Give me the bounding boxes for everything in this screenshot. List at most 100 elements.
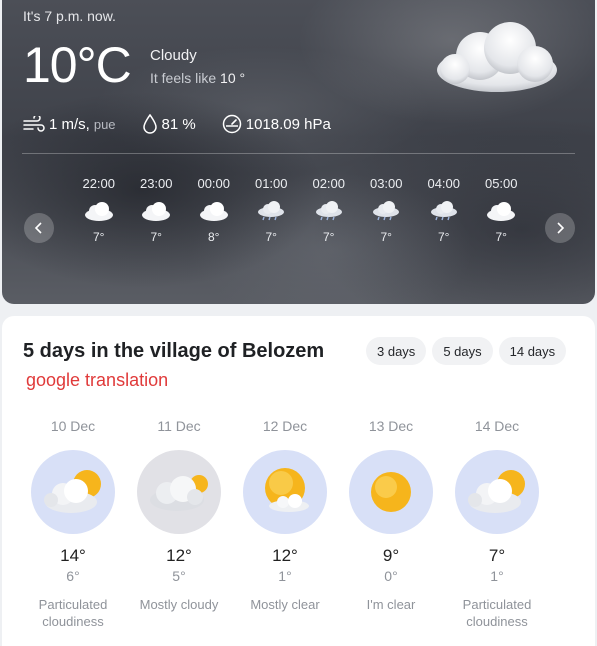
hour-item: 04:00 7° — [415, 176, 473, 248]
hour-item: 23:00 7° — [128, 176, 186, 248]
hour-item: 02:00 7° — [300, 176, 358, 248]
droplet-icon — [142, 114, 157, 134]
hour-time: 02:00 — [312, 176, 346, 191]
day-date: 10 Dec — [50, 418, 96, 434]
hour-temp: 7° — [323, 230, 335, 244]
day-low: 6° — [66, 568, 80, 584]
wind-speed: 1 m/s, — [49, 115, 90, 133]
partly-cloudy-icon — [44, 470, 101, 513]
hour-item: 22:00 7° — [70, 176, 128, 248]
hour-item: 03:00 7° — [358, 176, 416, 248]
cloud-icon — [142, 202, 171, 221]
hour-temp: 8° — [208, 230, 220, 244]
current-time-text: It's 7 p.m. now. — [23, 8, 116, 24]
rain-cloud-icon — [315, 201, 342, 221]
day-description: Particulated cloudiness — [38, 597, 108, 629]
day-high: 14° — [60, 546, 86, 565]
day-icon-circle — [31, 450, 115, 534]
scroll-right-button[interactable] — [545, 213, 575, 243]
pressure-value: 1018.09 hPa — [245, 115, 331, 133]
day-item[interactable]: 13 Dec 9° 0° I'm clear — [338, 418, 444, 630]
day-item[interactable]: 11 Dec 12° 5° Mostly cloudy — [126, 418, 232, 630]
cloud-icon — [437, 22, 557, 92]
day-date: 14 Dec — [474, 418, 520, 434]
day-item[interactable]: 10 Dec 14° 6° Particulated cloudiness — [20, 418, 126, 630]
hour-time: 03:00 — [369, 176, 403, 191]
wind-stat: 1 m/s, pue — [23, 116, 116, 133]
scroll-left-button[interactable] — [24, 213, 54, 243]
cloud-icon — [199, 202, 228, 221]
gauge-icon — [222, 114, 241, 134]
current-weather-panel: It's 7 p.m. now. 10°C Cloudy It feels li… — [2, 0, 595, 304]
range-selector: 3 days 5 days 14 days — [366, 337, 572, 365]
daily-forecast: 10 Dec 14° 6° Particulated cloudiness 11… — [2, 418, 595, 630]
day-low: 0° — [384, 568, 398, 584]
pressure-stat: 1018.09 hPa — [222, 114, 331, 134]
forecast-title: 5 days in the village of Belozem — [23, 340, 325, 362]
day-description: Particulated cloudiness — [462, 597, 532, 629]
humidity-value: 81 % — [161, 115, 196, 133]
day-icon-circle — [349, 450, 433, 534]
hour-time: 04:00 — [427, 176, 461, 191]
day-low: 1° — [490, 568, 504, 584]
hour-time: 01:00 — [254, 176, 288, 191]
hour-temp: 7° — [438, 230, 450, 244]
hour-time: 22:00 — [82, 176, 116, 191]
rain-cloud-icon — [430, 201, 457, 221]
hour-item: 01:00 7° — [243, 176, 301, 248]
hour-time: 05:00 — [484, 176, 518, 191]
wind-icon — [23, 116, 45, 132]
humidity-stat: 81 % — [142, 114, 196, 134]
day-item[interactable]: 12 Dec 12° 1° Mostly clear — [232, 418, 338, 630]
day-description: Mostly clear — [250, 597, 320, 612]
hour-item: 05:00 7° — [473, 176, 531, 248]
day-description: Mostly cloudy — [139, 597, 219, 612]
day-high: 12° — [272, 546, 298, 565]
hour-time: 00:00 — [197, 176, 231, 191]
current-temperature: 10°C — [23, 37, 132, 93]
range-14-days-button[interactable]: 14 days — [498, 337, 567, 365]
cloud-icon — [487, 202, 516, 221]
day-high: 12° — [166, 546, 192, 565]
cloud-icon — [84, 202, 113, 221]
hour-temp: 7° — [150, 230, 162, 244]
day-icon-circle — [455, 450, 539, 534]
rain-cloud-icon — [258, 201, 285, 221]
hour-time: 23:00 — [139, 176, 173, 191]
partly-cloudy-icon — [468, 470, 525, 513]
day-icon-circle — [243, 450, 327, 534]
hour-temp: 7° — [93, 230, 105, 244]
range-3-days-button[interactable]: 3 days — [366, 337, 427, 365]
hour-temp: 7° — [265, 230, 277, 244]
day-low: 1° — [278, 568, 292, 584]
translation-note: google translation — [26, 370, 169, 390]
day-description: I'm clear — [366, 597, 416, 612]
day-date: 11 Dec — [157, 418, 201, 434]
day-date: 12 Dec — [262, 418, 308, 434]
hour-temp: 7° — [495, 230, 507, 244]
day-date: 13 Dec — [368, 418, 414, 434]
forecast-card: 5 days in the village of Belozem 3 days … — [2, 316, 595, 646]
wind-direction: pue — [93, 116, 116, 132]
day-low: 5° — [172, 568, 186, 584]
hourly-forecast: 22:00 7° 23:00 7° 00:00 8° 01:00 7° 02:0… — [70, 176, 530, 248]
hour-item: 00:00 8° — [185, 176, 243, 248]
sun-icon — [371, 472, 411, 512]
range-5-days-button[interactable]: 5 days — [432, 337, 493, 365]
chevron-right-icon — [557, 222, 565, 234]
feels-like-label: It feels like — [150, 70, 217, 86]
day-icon-circle — [137, 450, 221, 534]
mostly-clear-icon — [265, 468, 309, 512]
day-high: 9° — [382, 546, 400, 565]
chevron-left-icon — [34, 222, 42, 234]
feels-like: It feels like 10 ° — [150, 70, 245, 86]
rain-cloud-icon — [373, 201, 400, 221]
divider — [22, 153, 575, 154]
current-condition: Cloudy — [150, 47, 197, 64]
day-item[interactable]: 14 Dec 7° 1° Particulated cloudiness — [444, 418, 550, 630]
day-high: 7° — [488, 546, 506, 565]
weather-stats: 1 m/s, pue 81 % 1018.09 hPa — [23, 112, 357, 136]
feels-like-value: 10 ° — [220, 70, 246, 86]
mostly-cloudy-icon — [150, 475, 208, 511]
hour-temp: 7° — [380, 230, 392, 244]
